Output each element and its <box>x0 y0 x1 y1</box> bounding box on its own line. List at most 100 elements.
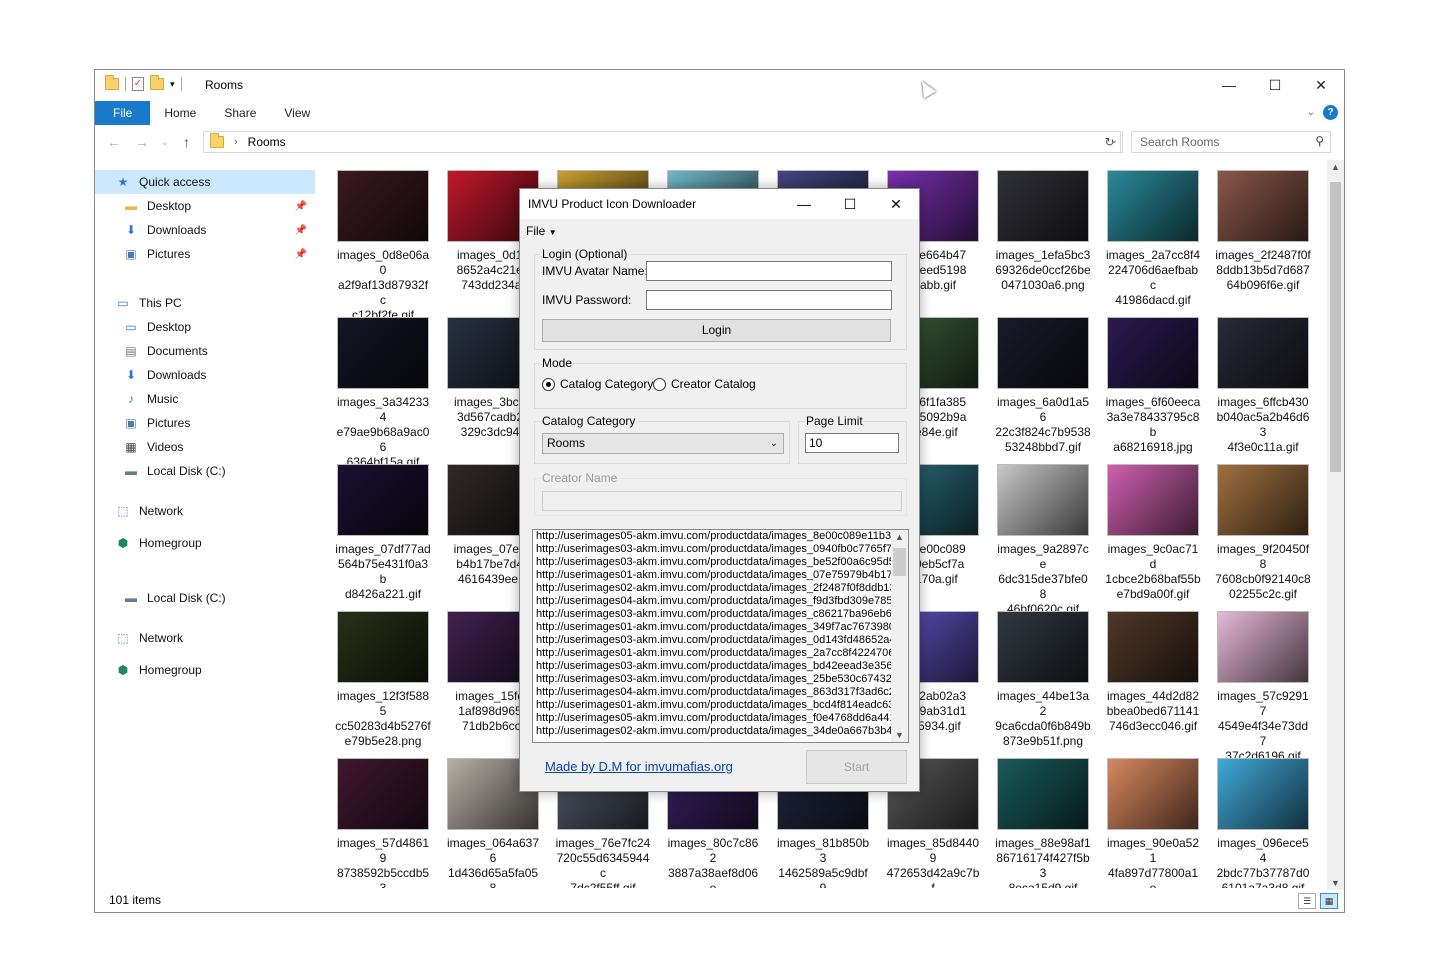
recent-locations-icon[interactable]: ⌄ <box>161 137 169 148</box>
url-list-item[interactable]: http://userimages01-akm.imvu.com/product… <box>533 621 908 634</box>
file-thumbnail[interactable] <box>337 170 429 242</box>
url-list-item[interactable]: http://userimages05-akm.imvu.com/product… <box>533 712 908 725</box>
close-button[interactable]: ✕ <box>1298 70 1344 100</box>
nav-item-downloads[interactable]: ⬇ Downloads 📌 <box>95 218 315 242</box>
file-item[interactable]: images_57c92917 4549e4f34e73dd7 37c2d6196.… <box>1211 611 1315 764</box>
url-list-item[interactable]: http://userimages03-akm.imvu.com/product… <box>533 660 908 673</box>
details-view-icon[interactable]: ☰ <box>1298 893 1316 909</box>
file-thumbnail[interactable] <box>997 464 1089 536</box>
file-name[interactable]: images_07df77ad 564b75e431f0a3b d8426a221.… <box>331 542 435 602</box>
tab-file[interactable]: File <box>95 101 151 125</box>
list-scrollbar[interactable]: ▲ ▼ <box>891 530 908 742</box>
file-thumbnail[interactable] <box>1107 758 1199 830</box>
url-list-item[interactable]: http://userimages04-akm.imvu.com/product… <box>533 595 908 608</box>
file-name[interactable]: images_44d2d82 bbea0bed671141 746d3ecc046.… <box>1101 689 1205 734</box>
search-icon[interactable]: ⚲ <box>1315 134 1324 148</box>
file-name[interactable]: images_0d8e06a0 a2f9af13d87932fc c12bf2fe.… <box>331 248 435 323</box>
folder-icon[interactable] <box>105 75 119 90</box>
file-item[interactable]: images_90e0a5214fa897d77800a1eace003527.… <box>1101 758 1205 888</box>
file-item[interactable]: images_88e98af1 86716174f427f5b3 8eca15d9.… <box>991 758 1095 888</box>
nav-item-downloads[interactable]: ⬇ Downloads <box>95 363 315 387</box>
file-item[interactable]: images_2f2487f0f 8ddb13b5d7d687 64b096f6e.… <box>1211 170 1315 293</box>
nav-item-videos[interactable]: ▦ Videos <box>95 435 315 459</box>
url-list-item[interactable]: http://userimages02-akm.imvu.com/product… <box>533 582 908 595</box>
url-list-item[interactable]: http://userimages03-akm.imvu.com/product… <box>533 673 908 686</box>
nav-item-network[interactable]: ⬚ Network <box>95 499 315 523</box>
radio-catalog-category[interactable]: Catalog Category <box>542 377 653 391</box>
file-item[interactable]: images_44d2d82 bbea0bed671141 746d3ecc046.… <box>1101 611 1205 734</box>
breadcrumb-chevron-icon[interactable]: › <box>234 136 238 148</box>
url-list-item[interactable]: http://userimages01-akm.imvu.com/product… <box>533 569 908 582</box>
address-bar[interactable]: › Rooms ⌄ <box>203 131 1123 153</box>
nav-item-local-disk-c[interactable]: ▬ Local Disk (C:) <box>95 586 315 610</box>
file-item[interactable]: images_096ece54 2bdc77b37787d0 6101a7a3d8.… <box>1211 758 1315 888</box>
tab-home[interactable]: Home <box>150 101 210 125</box>
scroll-up-icon[interactable]: ▲ <box>1327 162 1344 172</box>
catalog-category-select[interactable]: Rooms ⌄ <box>542 433 784 454</box>
file-thumbnail[interactable] <box>997 317 1089 389</box>
file-item[interactable]: images_3a342334 e79ae9b68a9ac06 6364bf15a.… <box>331 317 435 470</box>
list-scroll-thumb[interactable] <box>893 548 906 576</box>
nav-item-documents[interactable]: ▤ Documents <box>95 339 315 363</box>
nav-item-desktop[interactable]: ▬ Desktop 📌 <box>95 194 315 218</box>
help-icon[interactable]: ? <box>1323 105 1338 120</box>
dialog-close-button[interactable]: ✕ <box>873 189 919 219</box>
credits-link[interactable]: Made by D.M for imvumafias.org <box>545 759 733 774</box>
refresh-icon[interactable]: ↻ <box>1099 131 1121 153</box>
nav-item-network[interactable]: ⬚ Network <box>95 626 315 650</box>
file-thumbnail[interactable] <box>1107 464 1199 536</box>
properties-icon[interactable]: ✓ <box>132 77 144 91</box>
url-list-item[interactable]: http://userimages03-akm.imvu.com/product… <box>533 543 908 556</box>
file-thumbnail[interactable] <box>997 611 1089 683</box>
file-thumbnail[interactable] <box>337 464 429 536</box>
file-name[interactable]: images_6ffcb430 b040ac5a2b46d63 4f3e0c11a.… <box>1211 395 1315 455</box>
file-item[interactable]: images_07df77ad 564b75e431f0a3b d8426a221.… <box>331 464 435 602</box>
file-name[interactable]: images_9f20450f8 7608cb0f92140c8 02255c2c.… <box>1211 542 1315 602</box>
expand-ribbon-icon[interactable]: ⌄ <box>1307 107 1315 118</box>
tab-view[interactable]: View <box>270 101 324 125</box>
nav-item-desktop[interactable]: ▭ Desktop <box>95 315 315 339</box>
file-name[interactable]: images_1efa5bc3 69326de0ccf26be 0471030a6.… <box>991 248 1095 293</box>
tab-share[interactable]: Share <box>210 101 270 125</box>
file-item[interactable]: images_6a0d1a56 22c3f824c7b9538 53248bbd7.… <box>991 317 1095 455</box>
url-list-item[interactable]: http://userimages02-akm.imvu.com/product… <box>533 725 908 738</box>
file-thumbnail[interactable] <box>1217 611 1309 683</box>
file-name[interactable]: images_6f60eeca 3a3e78433795c8b a68216918.… <box>1101 395 1205 455</box>
scroll-thumb[interactable] <box>1330 182 1341 472</box>
file-name[interactable]: images_85d84409472653d42a9c7bf8555b16ce.… <box>881 836 985 888</box>
file-thumbnail[interactable] <box>997 170 1089 242</box>
file-item[interactable]: images_6f60eeca 3a3e78433795c8b a68216918.… <box>1101 317 1205 455</box>
url-list-item[interactable]: http://userimages03-akm.imvu.com/product… <box>533 608 908 621</box>
file-item[interactable]: images_57d486198738592b5ccdb536b50594ae.… <box>331 758 435 888</box>
file-item[interactable]: images_9a2897ce 6dc315de37bfe08 46bf0620c.… <box>991 464 1095 617</box>
file-name[interactable]: images_3a342334 e79ae9b68a9ac06 6364bf15a.… <box>331 395 435 470</box>
file-thumbnail[interactable] <box>337 758 429 830</box>
file-thumbnail[interactable] <box>1217 758 1309 830</box>
scroll-down-icon[interactable]: ▼ <box>1327 878 1344 888</box>
url-list-item[interactable]: http://userimages03-akm.imvu.com/product… <box>533 556 908 569</box>
file-name[interactable]: images_064a63761d436d65a5fa0587b2e074bf.… <box>441 836 545 888</box>
url-list-item[interactable]: http://userimages04-akm.imvu.com/product… <box>533 686 908 699</box>
nav-item-this-pc[interactable]: ▭ This PC <box>95 291 315 315</box>
file-thumbnail[interactable] <box>1217 464 1309 536</box>
scroll-down-icon[interactable]: ▼ <box>891 730 908 740</box>
file-name[interactable]: images_9a2897ce 6dc315de37bfe08 46bf0620c.… <box>991 542 1095 617</box>
file-item[interactable]: images_9c0ac71d 1cbce2b68baf55b e7bd9a00f.… <box>1101 464 1205 602</box>
up-arrow-icon[interactable]: ↑ <box>183 134 190 150</box>
file-name[interactable]: images_6a0d1a56 22c3f824c7b9538 53248bbd7.… <box>991 395 1095 455</box>
login-button[interactable]: Login <box>542 319 891 342</box>
maximize-button[interactable]: ☐ <box>1252 70 1298 100</box>
file-name[interactable]: images_2a7cc8f4 224706d6aefbabc 41986dacd.… <box>1101 248 1205 308</box>
file-item[interactable]: images_2a7cc8f4 224706d6aefbabc 41986dacd.… <box>1101 170 1205 308</box>
file-thumbnail[interactable] <box>337 611 429 683</box>
new-folder-icon[interactable] <box>150 75 164 90</box>
nav-item-pictures[interactable]: ▣ Pictures 📌 <box>95 242 315 266</box>
file-name[interactable]: images_57d486198738592b5ccdb536b50594ae.… <box>331 836 435 888</box>
file-name[interactable]: images_88e98af1 86716174f427f5b3 8eca15d9.… <box>991 836 1095 888</box>
scrollbar[interactable]: ▲ ▼ <box>1327 160 1344 890</box>
file-name[interactable]: images_44be13a2 9ca6cda0f6b849b 873e9b51f.… <box>991 689 1095 749</box>
file-name[interactable]: images_2f2487f0f 8ddb13b5d7d687 64b096f6e.… <box>1211 248 1315 293</box>
file-thumbnail[interactable] <box>337 317 429 389</box>
radio-creator-catalog[interactable]: Creator Catalog <box>653 377 756 391</box>
dialog-maximize-button[interactable]: ☐ <box>827 189 873 219</box>
